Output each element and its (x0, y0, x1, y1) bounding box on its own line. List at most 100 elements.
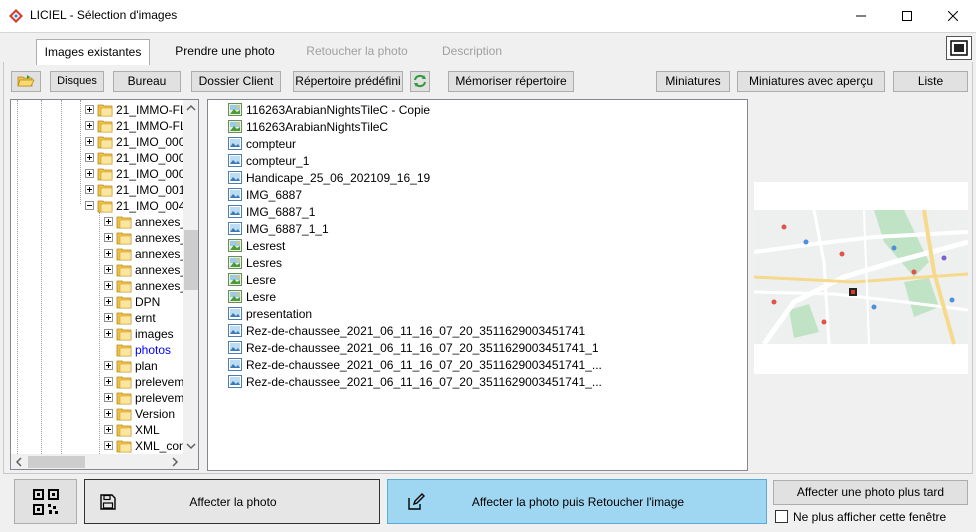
expand-icon[interactable] (85, 105, 94, 114)
expand-icon[interactable] (104, 217, 113, 226)
expand-icon[interactable] (85, 137, 94, 146)
tree-item[interactable]: 21_IMMO-FLA (11, 118, 183, 134)
file-list-item[interactable]: compteur (228, 136, 728, 153)
tree-item[interactable]: 21_IMMO-FLA (11, 102, 183, 118)
tree-item[interactable]: XML (11, 422, 183, 438)
minimize-button[interactable] (838, 0, 884, 31)
expand-icon[interactable] (104, 281, 113, 290)
open-folder-button[interactable] (11, 71, 41, 92)
photo-icon (228, 239, 242, 252)
tree-item[interactable]: 21_IMO_0041 (11, 198, 183, 214)
memoriser-repertoire-button[interactable]: Mémoriser répertoire (448, 71, 574, 92)
photo-icon (228, 256, 242, 269)
file-list-item[interactable]: Lesre (228, 289, 728, 306)
file-list-item[interactable]: compteur_1 (228, 153, 728, 170)
file-list-item[interactable]: Lesre (228, 272, 728, 289)
file-list-item[interactable]: 116263ArabianNightsTileC - Copie (228, 102, 728, 119)
file-list-item[interactable]: Rez-de-chaussee_2021_06_11_16_07_20_3511… (228, 357, 728, 374)
close-button[interactable] (930, 0, 976, 31)
qr-code-button[interactable] (14, 479, 77, 524)
tree-item[interactable]: annexes_E (11, 246, 183, 262)
file-list-item[interactable]: Lesres (228, 255, 728, 272)
expand-icon[interactable] (104, 425, 113, 434)
tree-item[interactable]: annexes_D (11, 214, 183, 230)
expand-icon[interactable] (85, 121, 94, 130)
tree-item[interactable]: images (11, 326, 183, 342)
expand-icon[interactable] (104, 313, 113, 322)
tab-prendre-photo[interactable]: Prendre une photo (170, 39, 280, 63)
affecter-retoucher-label: Affecter la photo puis Retoucher l'image (471, 495, 685, 509)
file-list-item[interactable]: IMG_6887_1_1 (228, 221, 728, 238)
affecter-retoucher-button[interactable]: Affecter la photo puis Retoucher l'image (387, 479, 767, 524)
image-icon (228, 154, 242, 167)
expand-icon[interactable] (85, 169, 94, 178)
file-list-item[interactable]: Handicape_25_06_202109_16_19 (228, 170, 728, 187)
expand-icon[interactable] (104, 393, 113, 402)
tree-item[interactable]: 21_IMO_0005 (11, 150, 183, 166)
file-list-item[interactable]: Rez-de-chaussee_2021_06_11_16_07_20_3511… (228, 340, 728, 357)
ne-plus-afficher-label[interactable]: Ne plus afficher cette fenêtre (793, 510, 946, 524)
file-list-item[interactable]: IMG_6887 (228, 187, 728, 204)
image-icon (228, 358, 242, 371)
liste-button[interactable]: Liste (893, 71, 968, 92)
tree-item[interactable]: 21_IMO_0003 (11, 134, 183, 150)
miniatures-apercu-button[interactable]: Miniatures avec aperçu (737, 71, 885, 92)
expand-icon[interactable] (104, 297, 113, 306)
expand-icon[interactable] (104, 329, 113, 338)
tree-item[interactable]: XML_confi (11, 438, 183, 454)
file-list-item[interactable]: IMG_6887_1 (228, 204, 728, 221)
expand-icon[interactable] (104, 265, 113, 274)
tree-item[interactable]: plan (11, 358, 183, 374)
expand-icon[interactable] (85, 153, 94, 162)
affecter-photo-button[interactable]: Affecter la photo (84, 479, 380, 524)
expand-icon[interactable] (104, 409, 113, 418)
disques-button[interactable]: Disques (50, 71, 104, 92)
fullscreen-button[interactable] (946, 36, 972, 60)
file-list-item[interactable]: presentation (228, 306, 728, 323)
file-list-item[interactable]: Rez-de-chaussee_2021_06_11_16_07_20_3511… (228, 374, 728, 391)
expand-icon[interactable] (85, 185, 94, 194)
tree-item[interactable]: 21_IMO_0010 (11, 182, 183, 198)
repertoire-predefini-button[interactable]: Répertoire prédéfini (293, 71, 403, 92)
tree-horizontal-scroll-thumb[interactable] (28, 456, 85, 468)
scroll-right-icon[interactable] (167, 454, 183, 470)
bureau-button[interactable]: Bureau (113, 71, 181, 92)
expand-icon[interactable] (104, 441, 113, 450)
tree-horizontal-scrollbar[interactable] (11, 454, 183, 470)
file-name: compteur_1 (246, 154, 310, 168)
open-folder-icon (17, 75, 35, 87)
scroll-left-icon[interactable] (11, 454, 27, 470)
expand-icon[interactable] (104, 377, 113, 386)
tree-item[interactable]: annexes_L (11, 262, 183, 278)
tree-vertical-scrollbar[interactable] (183, 100, 199, 454)
tree-item-label: 21_IMMO-FLA (116, 103, 183, 117)
tree-item[interactable]: photos (11, 342, 183, 358)
expand-icon[interactable] (104, 233, 113, 242)
collapse-icon[interactable] (85, 201, 94, 210)
scroll-down-icon[interactable] (183, 438, 199, 454)
tree-vertical-scroll-thumb[interactable] (184, 230, 198, 290)
file-list-item[interactable]: Lesrest (228, 238, 728, 255)
folder-tree[interactable]: 21_IMMO-FLA 21_IMMO-FLA 21_IMO_0003 21_IMO_… (10, 99, 199, 470)
expand-icon[interactable] (104, 361, 113, 370)
tree-item[interactable]: preleveme (11, 390, 183, 406)
tree-item[interactable]: ernt (11, 310, 183, 326)
file-list[interactable]: 116263ArabianNightsTileC - Copie 116263Ar… (207, 99, 748, 471)
expand-icon[interactable] (104, 249, 113, 258)
tree-item[interactable]: 21_IMO_0008 (11, 166, 183, 182)
file-list-item[interactable]: 116263ArabianNightsTileC (228, 119, 728, 136)
ne-plus-afficher-checkbox[interactable] (775, 510, 788, 523)
scroll-up-icon[interactable] (183, 100, 199, 116)
maximize-button[interactable] (884, 0, 930, 31)
tree-item[interactable]: preleveme (11, 374, 183, 390)
miniatures-button[interactable]: Miniatures (656, 71, 730, 92)
tree-item[interactable]: DPN (11, 294, 183, 310)
tree-item[interactable]: annexes_D (11, 230, 183, 246)
refresh-icon (414, 74, 426, 88)
dossier-client-button[interactable]: Dossier Client (191, 71, 281, 92)
refresh-button[interactable] (410, 71, 430, 92)
file-list-item[interactable]: Rez-de-chaussee_2021_06_11_16_07_20_3511… (228, 323, 728, 340)
affecter-plus-tard-button[interactable]: Affecter une photo plus tard (773, 480, 968, 505)
tree-item[interactable]: annexes_t (11, 278, 183, 294)
tree-item[interactable]: Version (11, 406, 183, 422)
